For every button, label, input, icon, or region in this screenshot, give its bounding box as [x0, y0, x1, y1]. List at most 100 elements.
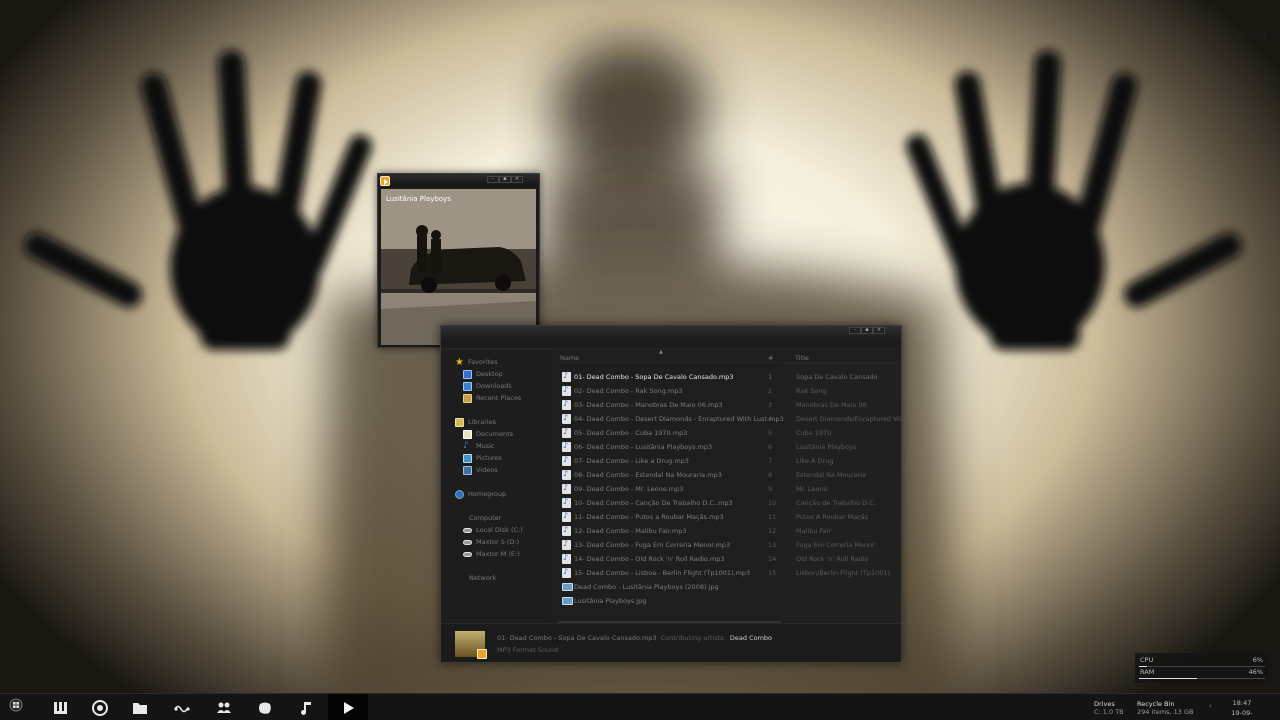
media-player-icon — [380, 176, 390, 186]
audio-file-icon — [562, 539, 571, 550]
nav-music[interactable]: ♪ Music — [463, 441, 495, 451]
nav-favorites-label: Favorites — [468, 358, 498, 366]
file-row[interactable]: 14- Dead Combo - Old Rock 'n' Roll Radio… — [559, 552, 901, 566]
file-track-title: Desert Diamonds/Enraptured Wi... — [796, 415, 908, 423]
pictures-icon — [463, 453, 472, 463]
file-name: Lusitânia Playboys.jpg — [574, 597, 647, 605]
column-header-title[interactable]: Title — [795, 354, 809, 362]
details-pane: 01- Dead Combo - Sopa De Cavalo Cansado.… — [441, 623, 901, 662]
explorer-window[interactable]: - ▪ × ★ Favorites Desktop Downloads Rece… — [440, 325, 907, 663]
close-button[interactable]: × — [511, 176, 523, 183]
nav-favorites[interactable]: ★ Favorites — [455, 357, 497, 367]
file-track-number: 5 — [768, 429, 773, 437]
nav-network-label: Network — [469, 574, 497, 582]
album-title: Lusitânia Playboys — [386, 195, 451, 203]
mini-player-window[interactable]: - ▪ × Lusitânia Playboys — [377, 173, 540, 348]
file-name: 02- Dead Combo - Rak Song.mp3 — [574, 387, 683, 395]
recycle-bin-indicator[interactable]: Recycle Bin 294 items, 13 GB — [1137, 700, 1194, 716]
column-header-number[interactable]: # — [768, 354, 773, 362]
maximize-button[interactable]: ▪ — [499, 176, 511, 183]
nav-pictures-label: Pictures — [476, 454, 502, 462]
desktop-note-label[interactable]: to do.txt — [1238, 31, 1266, 39]
taskbar-button-messenger[interactable] — [204, 694, 244, 720]
audio-file-icon — [562, 525, 571, 536]
minimize-button[interactable]: - — [849, 327, 861, 334]
details-filetype: MP3 Format Sound — [497, 646, 559, 654]
ram-meter: RAM 46% — [1139, 667, 1265, 679]
file-row[interactable]: 02- Dead Combo - Rak Song.mp3 2 Rak Song — [559, 384, 901, 398]
file-track-title: Putos A Roubar Maçãs — [796, 513, 869, 521]
taskbar-button-notes[interactable] — [245, 694, 285, 720]
file-name: 08- Dead Combo - Estendal Na Mouraria.mp… — [574, 471, 722, 479]
recycle-bin-value: 294 items, 13 GB — [1137, 708, 1194, 716]
windows-logo-icon — [9, 698, 23, 712]
file-track-title: Manobras De Maio 06 — [796, 401, 867, 409]
stone-icon — [259, 702, 271, 714]
file-row[interactable]: Lusitânia Playboys.jpg — [559, 594, 901, 608]
audio-file-icon — [562, 455, 571, 466]
file-row[interactable]: 12- Dead Combo - Malibu Fair.mp3 12 Malibu… — [559, 524, 901, 538]
cpu-value: 6% — [1252, 656, 1263, 664]
file-row[interactable]: Dead Combo - Lusitânia Playboys (2008).j… — [559, 580, 901, 594]
downloads-icon — [463, 381, 472, 391]
details-artists-value[interactable]: Dead Combo — [730, 634, 772, 642]
file-track-number: 8 — [768, 471, 773, 479]
nav-network[interactable]: Network — [469, 573, 496, 583]
nav-videos[interactable]: Videos — [463, 465, 498, 475]
taskbar-button-chrome[interactable] — [80, 694, 120, 720]
nav-libraries-label: Libraries — [468, 418, 497, 426]
file-row[interactable]: 06- Dead Combo - Lusitânia Playboys.mp3 6… — [559, 440, 901, 454]
clock-time: 18:47 — [1232, 699, 1252, 707]
nav-pictures[interactable]: Pictures — [463, 453, 502, 463]
audio-file-icon — [562, 567, 571, 578]
file-row[interactable]: 08- Dead Combo - Estendal Na Mouraria.mp… — [559, 468, 901, 482]
close-button[interactable]: × — [873, 327, 885, 334]
nav-homegroup[interactable]: Homegroup — [455, 489, 506, 499]
file-row[interactable]: 04- Dead Combo - Desert Diamonds - Enrap… — [559, 412, 907, 426]
file-name: 01- Dead Combo - Sopa De Cavalo Cansado.… — [574, 373, 734, 381]
taskbar-button-waves[interactable] — [162, 694, 202, 720]
file-track-number: 14 — [768, 555, 777, 563]
column-header-name[interactable]: Name — [560, 354, 579, 362]
explorer-titlebar[interactable]: - ▪ × — [441, 326, 901, 340]
nav-local-disk[interactable]: Local Disk (C:) — [463, 525, 523, 535]
nav-maxtor-s[interactable]: Maxtor S (D:) — [463, 537, 519, 547]
nav-computer[interactable]: Computer — [469, 513, 501, 523]
nav-computer-label: Computer — [469, 514, 502, 522]
nav-recent-places[interactable]: Recent Places — [463, 393, 521, 403]
system-meter-widget: CPU 6% RAM 46% — [1135, 653, 1269, 683]
file-name: 05- Dead Combo - Cuba 1970.mp3 — [574, 429, 688, 437]
taskbar-button-player[interactable] — [328, 694, 368, 720]
file-row[interactable]: 10- Dead Combo - Canção De Trabalho D.C.… — [559, 496, 901, 510]
file-row[interactable]: 05- Dead Combo - Cuba 1970.mp3 5 Cuba 1970 — [559, 426, 901, 440]
taskbar-button-music[interactable] — [286, 694, 326, 720]
taskbar-button-utorrent[interactable] — [40, 694, 80, 720]
file-track-title: Canção de Trabalho D.C. — [796, 499, 876, 507]
file-row[interactable]: 09- Dead Combo - Mr. Leone.mp3 9 Mr. Leone — [559, 482, 901, 496]
nav-desktop[interactable]: Desktop — [463, 369, 503, 379]
minimize-button[interactable]: - — [487, 176, 499, 183]
chrome-icon — [92, 699, 108, 716]
maximize-button[interactable]: ▪ — [861, 327, 873, 334]
nav-maxtor-m[interactable]: Maxtor M (E:) — [463, 549, 520, 559]
nav-documents[interactable]: Documents — [463, 429, 513, 439]
file-row[interactable]: 15- Dead Combo - Lisboa - Berlin Flight … — [559, 566, 901, 580]
file-row[interactable]: 03- Dead Combo - Manobras De Maio 06.mp3… — [559, 398, 901, 412]
file-row[interactable]: 01- Dead Combo - Sopa De Cavalo Cansado.… — [559, 370, 901, 384]
start-button[interactable] — [6, 698, 26, 718]
nav-downloads[interactable]: Downloads — [463, 381, 512, 391]
taskbar-button-explorer[interactable] — [120, 694, 160, 720]
hard-drive-icon — [463, 539, 472, 545]
desktop-icon — [463, 369, 472, 379]
file-row[interactable]: 11- Dead Combo - Putos a Roubar Maçãs.mp… — [559, 510, 901, 524]
mini-player-titlebar[interactable]: - ▪ × — [378, 174, 539, 186]
audio-file-icon — [562, 427, 571, 438]
file-row[interactable]: 13- Dead Combo - Fuga Em Correria Menor.… — [559, 538, 901, 552]
clock[interactable]: 18:47 19-09-2010 — [1225, 698, 1259, 720]
nav-libraries[interactable]: Libraries — [455, 417, 496, 427]
file-track-title: Rak Song — [796, 387, 827, 395]
file-track-title: Cuba 1970 — [796, 429, 832, 437]
file-row[interactable]: 07- Dead Combo - Like a Drug.mp3 7 Like A … — [559, 454, 901, 468]
drives-indicator[interactable]: Drives C: 1.0 TB — [1094, 700, 1124, 716]
tray-overflow-chevron-icon[interactable]: ‹ — [1209, 702, 1212, 710]
